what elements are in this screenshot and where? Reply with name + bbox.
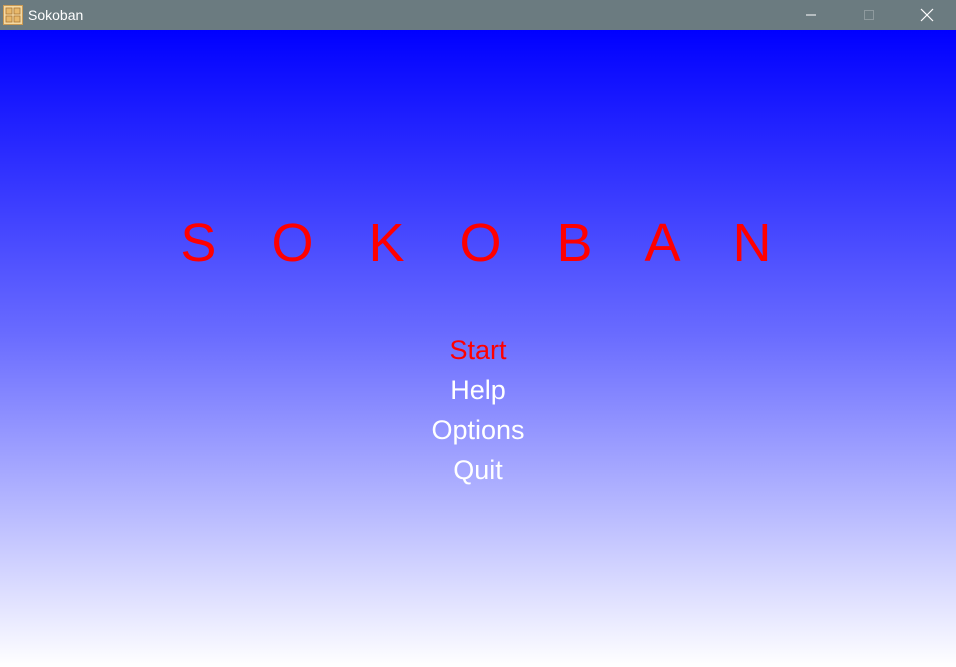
game-canvas[interactable]: S O K O B A N Start Help Options Quit (0, 30, 956, 667)
minimize-icon (806, 14, 816, 16)
close-button[interactable] (898, 0, 956, 30)
close-icon (920, 8, 934, 22)
maximize-button[interactable] (840, 0, 898, 30)
sokoban-app-icon (3, 5, 23, 25)
menu-item-quit[interactable]: Quit (453, 450, 503, 490)
game-title: S O K O B A N (180, 213, 792, 273)
main-menu: Start Help Options Quit (0, 330, 956, 490)
menu-item-help[interactable]: Help (450, 370, 506, 410)
menu-item-options[interactable]: Options (431, 410, 524, 450)
app-window: Sokoban S O K O B A N Start Help Options… (0, 0, 956, 667)
title-bar[interactable]: Sokoban (0, 0, 956, 30)
window-controls (782, 0, 956, 30)
window-title: Sokoban (28, 7, 84, 23)
maximize-icon (864, 10, 874, 20)
menu-item-start[interactable]: Start (449, 330, 506, 370)
minimize-button[interactable] (782, 0, 840, 30)
